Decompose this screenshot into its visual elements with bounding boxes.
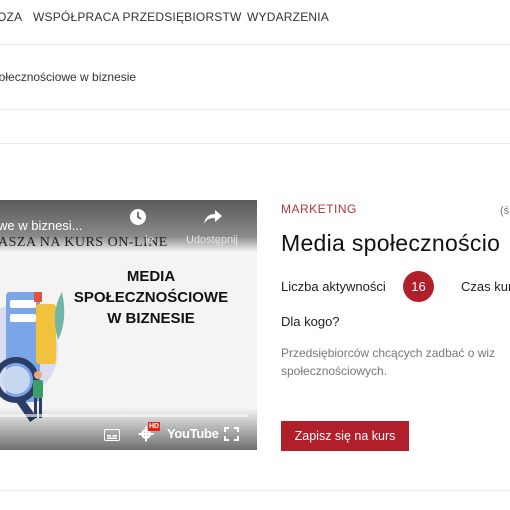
nav-item-oza[interactable]: OZA — [0, 10, 22, 24]
course-description: Przedsiębiorców chcących zadbać o wiz spo… — [281, 346, 496, 378]
subtitles-button[interactable] — [104, 428, 120, 446]
video-title[interactable]: we w biznesi... — [0, 218, 83, 233]
course-category[interactable]: MARKETING — [281, 202, 357, 216]
youtube-logo[interactable]: YouTube — [167, 426, 219, 441]
nav-item-wydarzenia[interactable]: WYDARZENIA — [247, 10, 329, 24]
divider — [0, 143, 510, 144]
course-meta-paren: (ś — [500, 205, 510, 217]
course-time-label: Czas kur — [461, 279, 510, 294]
share-button[interactable] — [198, 208, 228, 231]
nav-item-wspolpraca[interactable]: WSPÓŁPRACA PRZEDSIĘBIORSTW — [33, 10, 242, 24]
video-graphic-title: MEDIA SPOŁECZNOŚCIOWE W BIZNESIE — [73, 268, 229, 327]
video-progress-bar[interactable] — [0, 414, 248, 417]
settings-button[interactable]: HD — [137, 422, 161, 448]
fullscreen-button[interactable] — [224, 427, 239, 446]
breadcrumb: połecznościowe w biznesie — [0, 45, 510, 110]
breadcrumb-current: połecznościowe w biznesie — [0, 70, 137, 84]
enroll-button[interactable]: Zapisz się na kurs — [281, 421, 409, 451]
share-icon — [204, 210, 222, 224]
course-title: Media społecznościo — [281, 230, 501, 256]
watch-later-button[interactable] — [125, 208, 151, 231]
video-promo-text: ASZA NA KURS ON-LINE — [0, 235, 168, 250]
hd-badge: HD — [148, 422, 161, 431]
video-player[interactable]: MEDIA SPOŁECZNOŚCIOWE W BIZNESIE we w bi… — [0, 200, 257, 450]
subtitles-icon — [104, 429, 120, 441]
divider-bottom — [0, 490, 510, 491]
clock-icon — [130, 209, 146, 225]
activities-count-badge: 16 — [403, 271, 434, 302]
activities-label: Liczba aktywności — [281, 279, 386, 294]
for-who-label: Dla kogo? — [281, 314, 340, 329]
fullscreen-icon — [224, 427, 239, 441]
share-label: Udostępnij — [186, 234, 238, 246]
watch-later-label: ie — [145, 234, 154, 246]
top-nav: OZA WSPÓŁPRACA PRZEDSIĘBIORSTW WYDARZENI… — [0, 0, 510, 45]
